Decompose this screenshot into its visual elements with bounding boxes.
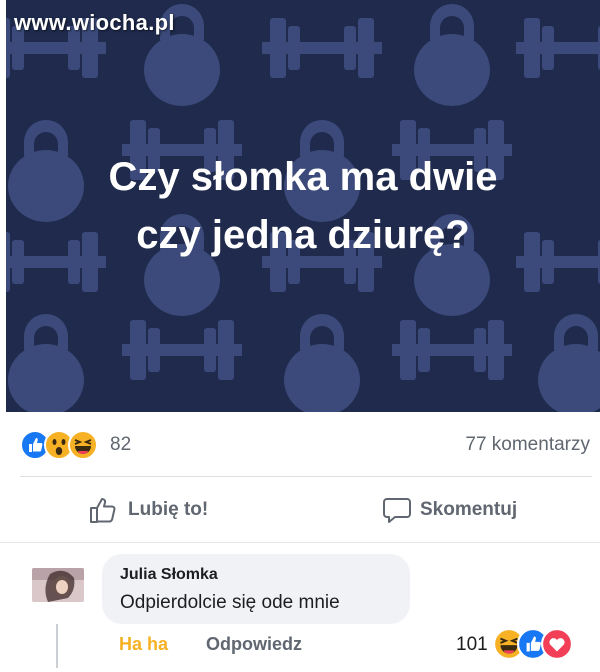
reaction-icons[interactable] xyxy=(20,430,104,460)
thread-line xyxy=(56,624,58,668)
avatar-photo xyxy=(32,568,84,602)
headline-line-1: Czy słomka ma dwie xyxy=(108,155,498,199)
comment-reaction-icons[interactable] xyxy=(493,628,577,660)
headline-line-2: czy jedna dziurę? xyxy=(136,213,470,257)
haha-reaction-link[interactable]: Ha ha xyxy=(119,634,168,655)
like-button[interactable]: Lubię to! xyxy=(88,492,208,528)
like-button-label: Lubię to! xyxy=(128,499,209,520)
love-icon xyxy=(541,628,573,660)
comment-reaction-count: 101 xyxy=(456,634,488,655)
comment-bubble: Julia Słomka Odpierdolcie się ode mnie xyxy=(102,554,410,624)
post-headline: Czy słomka ma dwie czy jedna dziurę? xyxy=(6,148,600,264)
post-image[interactable]: Czy słomka ma dwie czy jedna dziurę? xyxy=(6,0,600,412)
thumbs-up-icon xyxy=(90,498,116,523)
avatar[interactable] xyxy=(32,568,84,602)
haha-icon xyxy=(68,430,98,460)
reactions-bar[interactable]: 82 77 komentarzy xyxy=(20,426,590,462)
comment-button-label: Skomentuj xyxy=(420,499,518,520)
reaction-count: 82 xyxy=(110,434,132,455)
comment-author[interactable]: Julia Słomka xyxy=(120,566,218,584)
watermark: www.wiocha.pl xyxy=(14,10,175,35)
comments-count-link[interactable]: 77 komentarzy xyxy=(465,434,590,456)
divider xyxy=(0,542,600,543)
comment-button[interactable]: Skomentuj xyxy=(382,492,517,528)
speech-bubble-icon xyxy=(383,498,411,523)
reply-link[interactable]: Odpowiedz xyxy=(206,634,302,655)
comment-text: Odpierdolcie się ode mnie xyxy=(120,592,340,613)
divider xyxy=(20,476,592,477)
